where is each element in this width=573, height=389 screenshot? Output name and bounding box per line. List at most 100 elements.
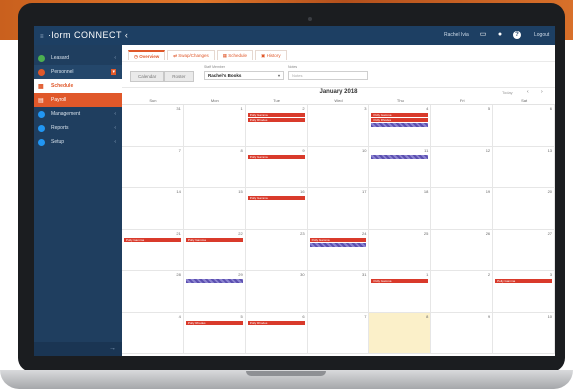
calendar-day[interactable]: 31 bbox=[307, 271, 370, 313]
calendar-day[interactable]: 10 bbox=[307, 146, 370, 188]
view-calendar-button[interactable]: Calendar bbox=[130, 71, 165, 82]
day-number: 20 bbox=[547, 189, 553, 194]
notes-input[interactable]: Notes bbox=[288, 71, 368, 80]
calendar-day[interactable]: 16 Polly Gamma bbox=[245, 188, 308, 230]
sidebar-item-schedule[interactable]: ▦ Schedule bbox=[34, 79, 122, 93]
sidebar-item-personnel[interactable]: Personnel ▾ bbox=[34, 65, 122, 79]
tab-history[interactable]: ▣ History bbox=[255, 50, 287, 60]
calendar-day[interactable]: 8 bbox=[183, 146, 246, 188]
shift-event[interactable]: Polly Gamma bbox=[185, 237, 243, 242]
shift-event[interactable]: Polly Rhodes bbox=[247, 118, 305, 122]
weekday-label: Mon bbox=[210, 98, 219, 103]
day-number: 14 bbox=[176, 189, 181, 194]
shift-event[interactable] bbox=[309, 242, 367, 247]
shift-event[interactable]: Polly Gamma bbox=[247, 196, 305, 200]
calendar-day[interactable]: 4 bbox=[122, 312, 184, 354]
logout-link[interactable]: Logout bbox=[534, 32, 549, 38]
calendar-day[interactable]: 19 bbox=[431, 188, 494, 230]
calendar-day[interactable]: 4 Polly Gamma Polly Rhodes bbox=[369, 105, 432, 147]
day-number: 9 bbox=[487, 313, 491, 319]
tab-label: Overview bbox=[139, 54, 160, 59]
shift-event[interactable]: Polly Gamma bbox=[371, 113, 429, 117]
calendar-day[interactable]: 15 bbox=[183, 188, 246, 230]
calendar-day[interactable]: 21 Polly Gamma bbox=[122, 229, 184, 271]
shift-event[interactable]: Polly Rhodes bbox=[185, 320, 243, 325]
calendar-day[interactable]: 11 bbox=[369, 146, 432, 188]
shift-event[interactable]: Polly Gamma bbox=[124, 237, 181, 242]
sidebar-item-label: Personnel bbox=[51, 69, 74, 75]
monitor-icon[interactable]: ▭ bbox=[479, 31, 487, 39]
app-logo[interactable]: ≡ ·lorm CONNECT ‹ bbox=[40, 30, 128, 40]
calendar-day[interactable]: 5 Polly Rhodes bbox=[183, 312, 246, 354]
shift-event[interactable]: Polly Gamma bbox=[247, 113, 305, 117]
calendar-day[interactable]: 10 bbox=[493, 312, 555, 354]
help-icon[interactable]: ? bbox=[513, 31, 521, 39]
view-roster-button[interactable]: Roster bbox=[164, 71, 194, 82]
menu-icon[interactable]: ≡ bbox=[40, 34, 44, 40]
calendar-day[interactable]: 30 bbox=[245, 271, 308, 313]
bell-icon[interactable]: ● bbox=[496, 31, 504, 39]
sidebar-item-setup[interactable]: Setup ‹ bbox=[34, 135, 122, 149]
calendar-day[interactable]: 12 bbox=[431, 146, 494, 188]
sidebar-item-reports[interactable]: Reports ‹ bbox=[34, 121, 122, 135]
calendar-day[interactable]: 9 Polly Gamma bbox=[245, 146, 308, 188]
calendar-day[interactable]: 6 bbox=[493, 105, 555, 147]
calendar-day[interactable]: 9 bbox=[431, 312, 494, 354]
wrench-icon bbox=[38, 138, 45, 146]
calendar-day[interactable]: 7 bbox=[122, 146, 184, 188]
calendar-day[interactable]: 20 bbox=[493, 188, 555, 230]
calendar-day[interactable]: 26 bbox=[431, 229, 494, 271]
collapse-icon[interactable]: → bbox=[109, 345, 116, 352]
calendar-day[interactable]: 3 bbox=[307, 105, 370, 147]
calendar-day[interactable]: 8 bbox=[369, 312, 432, 354]
calendar-day[interactable]: 29 bbox=[183, 271, 246, 313]
user-name[interactable]: Rachel Ivia bbox=[444, 32, 469, 38]
calendar-day[interactable]: 1 bbox=[183, 105, 246, 147]
tab-overview[interactable]: ◷ Overview bbox=[128, 50, 166, 60]
calendar-day[interactable]: 5 bbox=[431, 105, 494, 147]
tab-schedule[interactable]: ▦ Schedule bbox=[216, 50, 254, 60]
shift-event[interactable]: Polly Gamma bbox=[495, 279, 553, 283]
shift-event[interactable]: Polly Rhodes bbox=[371, 118, 429, 122]
staff-select[interactable]: Rachel's Books ▾ bbox=[204, 71, 284, 80]
calendar-day[interactable]: 17 bbox=[307, 188, 370, 230]
calendar-day[interactable]: 2 Polly Gamma Polly Rhodes bbox=[245, 105, 308, 147]
calendar-day[interactable]: 22 Polly Gamma bbox=[183, 229, 246, 271]
sidebar-item-label: Reports bbox=[51, 125, 69, 131]
shift-event[interactable] bbox=[371, 123, 429, 127]
next-month-icon[interactable]: › bbox=[541, 89, 543, 95]
sidebar-item-leasard[interactable]: Leasard ‹ bbox=[34, 51, 122, 65]
sidebar-item-payroll[interactable]: ▤ Payroll bbox=[34, 93, 122, 107]
chevron-left-icon: ‹ bbox=[114, 55, 116, 61]
calendar-day[interactable]: 2 bbox=[431, 271, 494, 313]
sidebar: Leasard ‹ Personnel ▾ ▦ Schedule ▤ Payro… bbox=[34, 45, 122, 356]
today-button[interactable]: Today bbox=[502, 90, 513, 95]
day-number: 29 bbox=[238, 272, 243, 277]
calendar-day[interactable]: 6 Polly Rhodes bbox=[245, 312, 308, 354]
calendar-day[interactable]: 27 bbox=[493, 229, 555, 271]
calendar-day[interactable]: 18 bbox=[369, 188, 432, 230]
shift-event[interactable]: Polly Gamma bbox=[247, 154, 305, 159]
shift-event[interactable]: Polly Gamma bbox=[309, 237, 367, 242]
calendar-day[interactable]: 7 bbox=[307, 312, 370, 354]
calendar-day[interactable]: 25 bbox=[369, 229, 432, 271]
shift-event[interactable]: Polly Rhodes bbox=[247, 320, 305, 325]
filter-bar: Calendar Roster Staff Member Rachel's Bo… bbox=[122, 61, 555, 83]
shift-event[interactable] bbox=[185, 279, 243, 283]
calendar-day[interactable]: 24 Polly Gamma bbox=[307, 229, 370, 271]
calendar-day[interactable]: 28 bbox=[122, 271, 184, 313]
prev-month-icon[interactable]: ‹ bbox=[527, 89, 529, 95]
weekday-label: Tue bbox=[273, 98, 281, 103]
sidebar-item-management[interactable]: Management ‹ bbox=[34, 107, 122, 121]
day-number: 15 bbox=[238, 189, 243, 194]
calendar-day[interactable]: 23 bbox=[245, 229, 308, 271]
day-number: 30 bbox=[300, 272, 305, 277]
shift-event[interactable]: Polly Gamma bbox=[371, 279, 429, 283]
calendar-day[interactable]: 13 bbox=[493, 146, 555, 188]
calendar-day[interactable]: 1 Polly Gamma bbox=[369, 271, 432, 313]
shift-event[interactable] bbox=[371, 154, 429, 159]
calendar-day[interactable]: 31 bbox=[122, 105, 184, 147]
calendar-day[interactable]: 14 bbox=[122, 188, 184, 230]
calendar-day[interactable]: 3 Polly Gamma bbox=[493, 271, 555, 313]
tab-swap-changes[interactable]: ⇄ Swap/Changes bbox=[167, 50, 215, 60]
